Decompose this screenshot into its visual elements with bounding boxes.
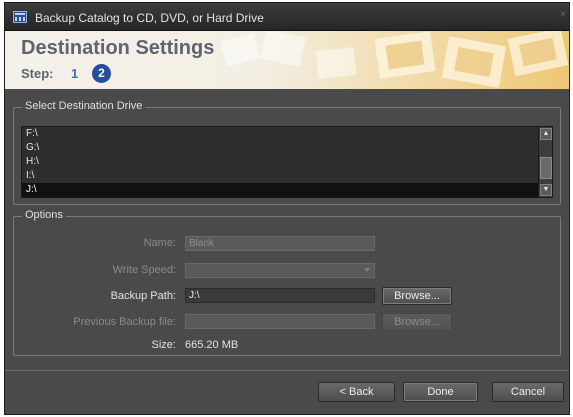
backup-dialog: Backup Catalog to CD, DVD, or Hard Drive… — [4, 2, 570, 415]
name-label: Name: — [143, 237, 176, 249]
size-label: Size: — [151, 339, 176, 351]
step-2-badge: 2 — [92, 64, 111, 83]
header-banner: Destination Settings Step: 1 2 — [5, 31, 569, 89]
calendar-grid-icon — [13, 11, 27, 23]
scroll-up-arrow-icon[interactable]: ▲ — [540, 128, 552, 140]
destination-group-title: Select Destination Drive — [22, 100, 146, 112]
options-group-title: Options — [22, 209, 66, 221]
page-title: Destination Settings — [21, 37, 215, 59]
window-title: Backup Catalog to CD, DVD, or Hard Drive — [35, 11, 264, 25]
step-1-link[interactable]: 1 — [71, 66, 78, 81]
drive-list-scrollbar[interactable]: ▲ ▼ — [538, 127, 552, 197]
write-speed-label: Write Speed: — [112, 264, 176, 276]
destination-drive-group: Select Destination Drive F:\ G:\ H:\ I:\… — [13, 100, 561, 205]
step-label: Step: — [21, 66, 54, 81]
backup-path-label: Backup Path: — [110, 290, 176, 302]
drive-list[interactable]: F:\ G:\ H:\ I:\ J:\ ▲ ▼ — [21, 126, 553, 198]
drive-item-h[interactable]: H:\ — [22, 155, 552, 169]
size-value: 665.20 MB — [185, 339, 239, 351]
drive-item-f[interactable]: F:\ — [22, 127, 552, 141]
previous-backup-label: Previous Backup file: — [73, 316, 176, 328]
chevron-down-icon — [364, 268, 370, 272]
write-speed-dropdown — [185, 263, 375, 278]
name-field: Blank — [185, 236, 375, 251]
cancel-button[interactable]: Cancel — [492, 382, 564, 402]
previous-backup-field — [185, 314, 375, 329]
drive-item-j-selected[interactable]: J:\ — [22, 183, 552, 197]
back-button[interactable]: < Back — [318, 382, 395, 402]
scroll-thumb[interactable] — [540, 157, 552, 179]
scroll-down-arrow-icon[interactable]: ▼ — [540, 184, 552, 196]
close-icon[interactable]: × — [560, 9, 566, 20]
drive-item-g[interactable]: G:\ — [22, 141, 552, 155]
options-group: Options Name: Blank Write Speed: Backup … — [13, 209, 561, 356]
drive-item-i[interactable]: I:\ — [22, 169, 552, 183]
previous-browse-button: Browse... — [382, 313, 452, 331]
footer-separator — [5, 370, 569, 371]
title-bar[interactable]: Backup Catalog to CD, DVD, or Hard Drive… — [5, 3, 569, 31]
done-button[interactable]: Done — [403, 382, 478, 402]
backup-path-input[interactable]: J:\ — [185, 288, 375, 303]
browse-button[interactable]: Browse... — [382, 287, 452, 305]
